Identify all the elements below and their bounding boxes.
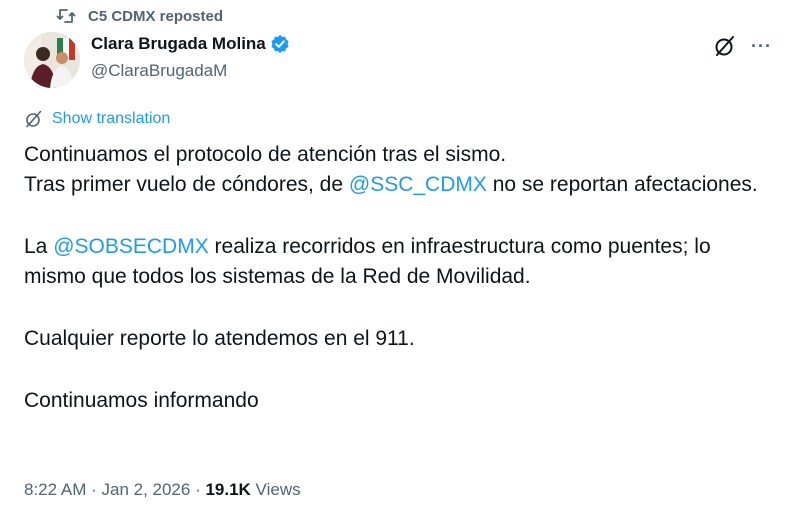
avatar[interactable] bbox=[24, 32, 80, 88]
verified-badge-icon[interactable] bbox=[270, 34, 290, 54]
meta-separator: · bbox=[86, 480, 102, 499]
views-count: 19.1K bbox=[205, 480, 251, 499]
tweet-paragraph: Cualquier reporte lo atendemos en el 911… bbox=[24, 327, 415, 350]
tweet-meta: 8:22 AM · Jan 2, 2026 · 19.1K Views bbox=[24, 480, 301, 500]
show-translation-link[interactable]: Show translation bbox=[24, 109, 170, 129]
tweet-line: Continuamos el protocolo de atención tra… bbox=[24, 140, 772, 170]
tweet-time[interactable]: 8:22 AM bbox=[24, 480, 86, 499]
meta-separator: · bbox=[190, 480, 206, 499]
grok-icon[interactable] bbox=[713, 34, 737, 58]
author-handle[interactable]: @ClaraBrugadaM bbox=[91, 61, 227, 81]
translate-icon bbox=[24, 109, 44, 129]
tweet-date[interactable]: Jan 2, 2026 bbox=[101, 480, 190, 499]
repost-label: C5 CDMX reposted bbox=[88, 7, 224, 25]
author-row[interactable]: Clara Brugada Molina bbox=[91, 34, 290, 54]
repost-indicator[interactable]: C5 CDMX reposted bbox=[56, 6, 223, 26]
repost-icon bbox=[56, 6, 76, 26]
show-translation-label[interactable]: Show translation bbox=[52, 110, 170, 128]
tweet-line-text: Continuamos el protocolo de atención tra… bbox=[24, 143, 507, 166]
more-options-icon[interactable]: ··· bbox=[751, 36, 772, 56]
tweet-line-text: no se reportan afectaciones. bbox=[486, 173, 758, 196]
author-name[interactable]: Clara Brugada Molina bbox=[91, 34, 266, 54]
tweet-paragraph: La @SOBSECDMX realiza recorridos en infr… bbox=[24, 232, 772, 292]
tweet-line-text: Tras primer vuelo de cóndores, de bbox=[24, 173, 349, 196]
tweet-line: Tras primer vuelo de cóndores, de @SSC_C… bbox=[24, 170, 772, 200]
views-label: Views bbox=[250, 480, 301, 499]
tweet-line-text: La bbox=[24, 235, 54, 258]
tweet-text: Continuamos el protocolo de atención tra… bbox=[24, 140, 772, 416]
mention-link-ssc[interactable]: @SSC_CDMX bbox=[349, 173, 487, 196]
tweet-paragraph: Continuamos informando bbox=[24, 389, 259, 412]
mention-link-sobse[interactable]: @SOBSECDMX bbox=[53, 235, 209, 258]
